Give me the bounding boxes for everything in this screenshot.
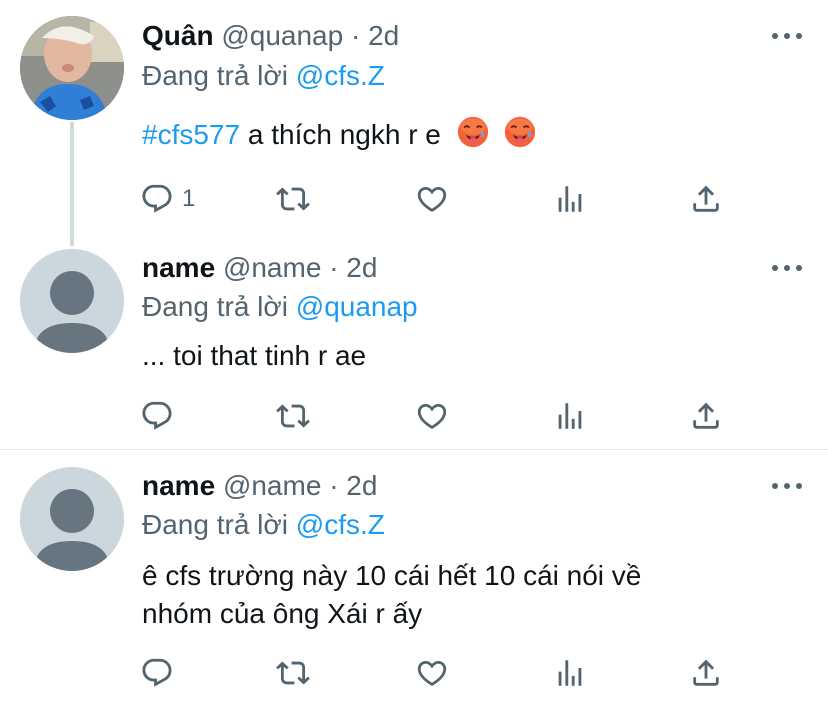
tweet-text: ê cfs trường này 10 cái hết 10 cái nói v… — [142, 557, 641, 633]
analytics-button[interactable] — [553, 655, 587, 691]
timestamp[interactable]: 2d — [346, 252, 377, 283]
retweet-icon — [276, 182, 310, 216]
more-icon[interactable] — [772, 262, 802, 274]
tweet-text: #cfs577 a thích ngkh r e — [142, 116, 536, 154]
analytics-icon — [553, 182, 587, 216]
analytics-button[interactable] — [553, 398, 587, 434]
author-name[interactable]: name — [142, 470, 215, 501]
mention-link[interactable]: @cfs.Z — [296, 60, 385, 91]
separator: · — [350, 20, 361, 51]
like-button[interactable] — [415, 655, 449, 691]
share-button[interactable] — [689, 655, 723, 691]
avatar[interactable] — [20, 16, 124, 120]
tweet-body-line-1: ê cfs trường này 10 cái hết 10 cái nói v… — [142, 560, 642, 591]
tweet-text: ... toi that tinh r ae — [142, 337, 366, 375]
author-handle[interactable]: @name — [223, 252, 321, 283]
author-handle[interactable]: @quanap — [221, 20, 343, 51]
avatar[interactable] — [20, 249, 124, 353]
reply-icon — [140, 656, 174, 690]
more-icon[interactable] — [772, 480, 802, 492]
tweet-body-line-2: nhóm của ông Xái r ấy — [142, 598, 423, 629]
analytics-icon — [553, 656, 587, 690]
timestamp[interactable]: 2d — [346, 470, 377, 501]
tweet-body: ... toi that tinh r ae — [142, 340, 367, 371]
tweet-1[interactable]: Quân @quanap · 2d Đang trả lời @cfs.Z #c… — [0, 0, 828, 246]
hashtag-link[interactable]: #cfs577 — [142, 119, 240, 150]
reply-button[interactable] — [140, 655, 174, 691]
reply-icon — [140, 182, 174, 216]
mention-link[interactable]: @cfs.Z — [296, 509, 385, 540]
like-icon — [415, 656, 449, 690]
share-icon — [689, 182, 723, 216]
replying-label: Đang trả lời — [142, 509, 288, 540]
replying-to: Đang trả lời @cfs.Z — [142, 60, 385, 92]
tweet-actions — [140, 655, 740, 691]
tweet-body: a thích ngkh r e — [247, 119, 441, 150]
default-avatar-icon — [20, 249, 124, 353]
like-icon — [415, 399, 449, 433]
retweet-button[interactable] — [276, 655, 310, 691]
reply-count: 1 — [182, 185, 196, 212]
reply-button[interactable]: 1 — [140, 181, 195, 217]
tweet-header: Quân @quanap · 2d — [142, 20, 399, 52]
separator: · — [329, 252, 339, 283]
author-name[interactable]: name — [142, 252, 215, 283]
reply-button[interactable] — [140, 398, 174, 434]
retweet-icon — [276, 399, 310, 433]
tweet-3[interactable]: name @name · 2d Đang trả lời @cfs.Z ê cf… — [0, 450, 828, 711]
avatar[interactable] — [20, 467, 124, 571]
replying-to: Đang trả lời @cfs.Z — [142, 509, 385, 541]
tweet-actions: 1 — [140, 181, 740, 217]
replying-to: Đang trả lời @quanap — [142, 291, 418, 323]
like-button[interactable] — [415, 398, 449, 434]
replying-label: Đang trả lời — [142, 60, 288, 91]
hot-face-emoji-icon — [457, 116, 489, 148]
retweet-icon — [276, 656, 310, 690]
separator: · — [329, 470, 339, 501]
analytics-icon — [553, 399, 587, 433]
more-icon[interactable] — [772, 30, 802, 42]
default-avatar-icon — [20, 467, 124, 571]
mention-link[interactable]: @quanap — [296, 291, 418, 322]
thread-line — [70, 122, 74, 246]
hot-face-emoji-icon — [504, 116, 536, 148]
share-icon — [689, 656, 723, 690]
timestamp[interactable]: 2d — [368, 20, 399, 51]
tweet-header: name @name · 2d — [142, 470, 377, 502]
like-button[interactable] — [415, 181, 449, 217]
replying-label: Đang trả lời — [142, 291, 288, 322]
author-name[interactable]: Quân — [142, 20, 214, 51]
avatar-photo-icon — [20, 16, 124, 120]
retweet-button[interactable] — [276, 181, 310, 217]
tweet-2[interactable]: name @name · 2d Đang trả lời @quanap ...… — [0, 245, 828, 450]
tweet-header: name @name · 2d — [142, 252, 377, 284]
share-button[interactable] — [689, 398, 723, 434]
tweet-actions — [140, 398, 740, 434]
reply-icon — [140, 399, 174, 433]
retweet-button[interactable] — [276, 398, 310, 434]
like-icon — [415, 182, 449, 216]
author-handle[interactable]: @name — [223, 470, 321, 501]
share-icon — [689, 399, 723, 433]
share-button[interactable] — [689, 181, 723, 217]
analytics-button[interactable] — [553, 181, 587, 217]
